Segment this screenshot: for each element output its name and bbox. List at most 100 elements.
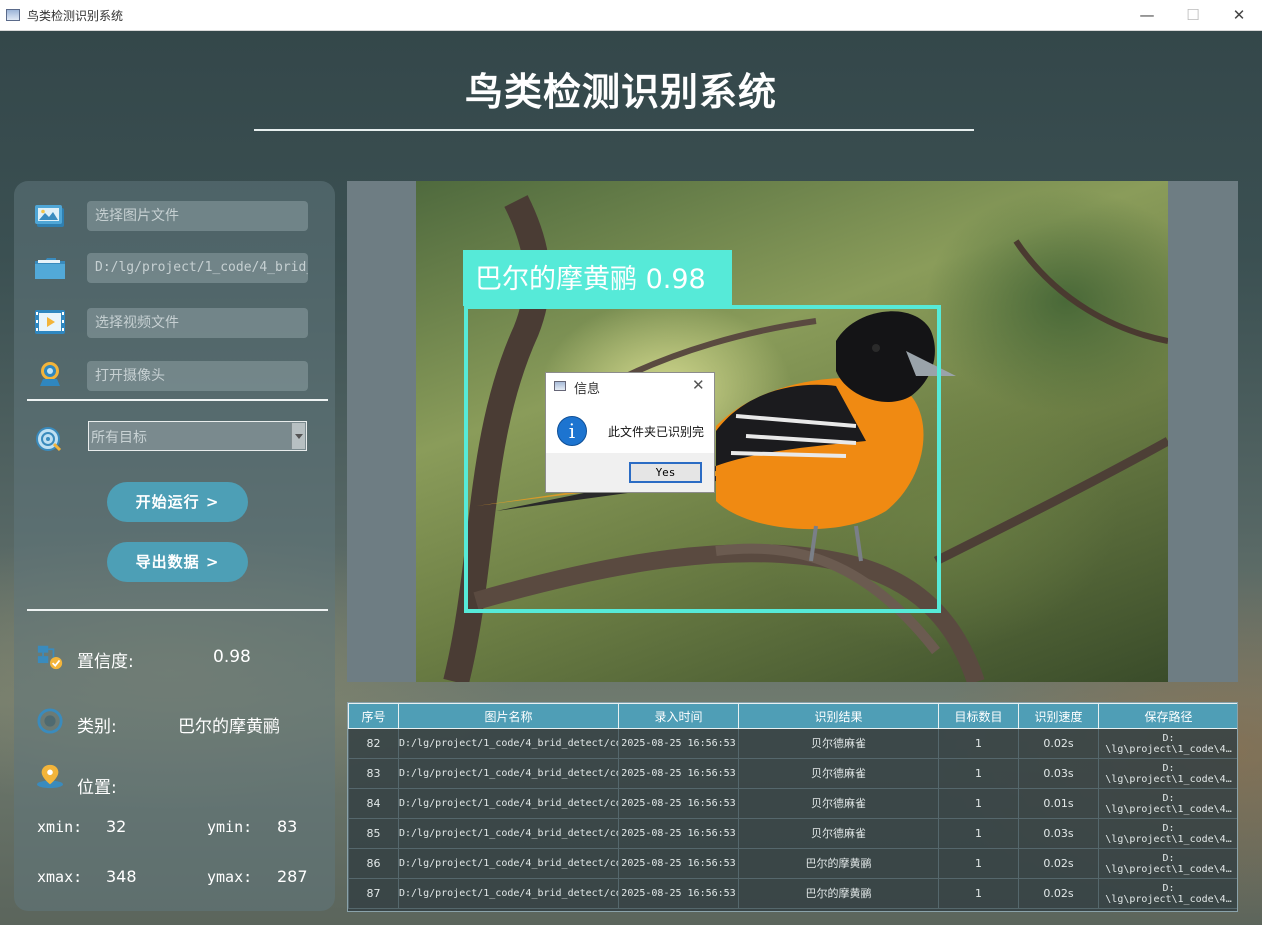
table-row[interactable]: 84 D:/lg/project/1_code/4_brid_detect/co… [348,788,1237,819]
cell-speed: 0.02s [1018,878,1099,909]
header-image-name[interactable]: 图片名称 [398,703,619,729]
cell-image-name: D:/lg/project/1_code/4_brid_detect/code/… [398,788,619,819]
header-index[interactable]: 序号 [348,703,399,729]
header-speed[interactable]: 识别速度 [1018,703,1099,729]
close-window-button[interactable]: ✕ [1216,0,1262,30]
cell-count: 1 [938,788,1019,819]
cell-image-name: D:/lg/project/1_code/4_brid_detect/code/… [398,848,619,879]
results-table: 序号 图片名称 录入时间 识别结果 目标数目 识别速度 保存路径 82 D:/l… [348,703,1237,909]
cell-image-name: D:/lg/project/1_code/4_brid_detect/code/… [398,818,619,849]
cell-count: 1 [938,818,1019,849]
header-result[interactable]: 识别结果 [738,703,939,729]
maximize-button[interactable]: ☐ [1170,0,1216,30]
cell-image-name-text: D:/lg/project/1_code/4_brid_detect/code/… [399,828,618,839]
cell-index: 85 [348,818,399,849]
cell-time: 2025-08-25 16:56:53 [618,818,739,849]
cell-time-text: 2025-08-25 16:56:53 [621,888,736,899]
video-file-input[interactable]: 选择视频文件 [87,308,308,338]
panel-divider-2 [27,609,328,611]
cell-time-text: 2025-08-25 16:56:53 [621,828,736,839]
cell-speed: 0.02s [1018,848,1099,879]
cell-image-name: D:/lg/project/1_code/4_brid_detect/code/… [398,758,619,789]
cell-speed: 0.01s [1018,788,1099,819]
category-icon [37,708,63,734]
xmin-value: 32 [106,817,127,836]
dialog-message: 此文件夹已识别完 [608,425,705,439]
folder-path-input[interactable]: D:/lg/project/1_code/4_brid_detect [87,253,308,283]
ymin-label: ymin: [207,818,253,836]
xmin-label: xmin: [37,818,83,836]
position-label: 位置: [77,778,117,798]
detection-label: 巴尔的摩黄鹂 0.98 [463,250,732,306]
panel-divider [27,399,328,401]
cell-time-text: 2025-08-25 16:56:53 [621,768,736,779]
cell-image-name-text: D:/lg/project/1_code/4_brid_detect/code/… [399,768,618,779]
window-titlebar: 鸟类检测识别系统 — ☐ ✕ [0,0,1262,31]
title-underline [254,129,974,131]
image-file-input[interactable]: 选择图片文件 [87,201,308,231]
table-row[interactable]: 86 D:/lg/project/1_code/4_brid_detect/co… [348,848,1237,879]
dialog-title: 信息 [574,382,601,397]
dialog-yes-button[interactable]: Yes [629,462,702,483]
cell-result: 贝尔德麻雀 [738,818,939,849]
header-save-path[interactable]: 保存路径 [1098,703,1237,729]
table-row[interactable]: 85 D:/lg/project/1_code/4_brid_detect/co… [348,818,1237,849]
window-title: 鸟类检测识别系统 [27,9,124,23]
cell-time-text: 2025-08-25 16:56:53 [621,738,736,749]
cell-count: 1 [938,758,1019,789]
control-panel: 选择图片文件 D:/lg/project/1_code/4_brid_detec… [14,181,335,911]
cell-image-name-text: D:/lg/project/1_code/4_brid_detect/code/… [399,858,618,869]
confidence-value: 0.98 [213,647,251,667]
location-pin-icon [37,764,63,789]
ymin-value: 83 [277,817,298,836]
cell-save-path: D: \lg\project\1_code\4… [1098,788,1237,819]
cell-time-text: 2025-08-25 16:56:53 [621,858,736,869]
cell-result: 贝尔德麻雀 [738,788,939,819]
cell-image-name: D:/lg/project/1_code/4_brid_detect/code/… [398,728,619,759]
header-entry-time[interactable]: 录入时间 [618,703,739,729]
cell-index: 84 [348,788,399,819]
cell-result: 贝尔德麻雀 [738,758,939,789]
export-button[interactable]: 导出数据 > [107,542,248,582]
chevron-down-icon[interactable] [291,423,305,449]
start-button[interactable]: 开始运行 > [107,482,248,522]
xmax-value: 348 [106,867,137,886]
ymax-label: ymax: [207,868,253,886]
camera-input[interactable]: 打开摄像头 [87,361,308,391]
results-table-container[interactable]: 序号 图片名称 录入时间 识别结果 目标数目 识别速度 保存路径 82 D:/l… [347,702,1238,912]
header-target-count[interactable]: 目标数目 [938,703,1019,729]
class-label: 类别: [77,717,117,737]
confidence-label: 置信度: [77,652,134,672]
cell-save-path: D: \lg\project\1_code\4… [1098,758,1237,789]
page-title: 鸟类检测识别系统 [464,70,777,114]
cell-result: 贝尔德麻雀 [738,728,939,759]
cell-save-path-text: D: \lg\project\1_code\4… [1105,822,1232,845]
ymax-value: 287 [277,867,308,886]
cell-save-path: D: \lg\project\1_code\4… [1098,728,1237,759]
dialog-app-icon [554,381,566,391]
cell-save-path-text: D: \lg\project\1_code\4… [1105,792,1232,815]
table-row[interactable]: 87 D:/lg/project/1_code/4_brid_detect/co… [348,878,1237,909]
cell-speed: 0.02s [1018,728,1099,759]
cell-time-text: 2025-08-25 16:56:53 [621,798,736,809]
image-file-icon[interactable] [34,203,66,229]
cell-time: 2025-08-25 16:56:53 [618,758,739,789]
camera-icon[interactable] [34,361,66,387]
image-display: 巴尔的摩黄鹂 0.98 [347,181,1238,682]
cell-time: 2025-08-25 16:56:53 [618,878,739,909]
table-row[interactable]: 83 D:/lg/project/1_code/4_brid_detect/co… [348,758,1237,789]
cell-index: 82 [348,728,399,759]
folder-icon[interactable] [34,255,66,281]
target-select-value: 所有目标 [91,430,147,446]
target-select[interactable]: 所有目标 [88,421,307,451]
video-file-icon[interactable] [34,309,66,335]
dialog-close-icon[interactable]: ✕ [692,376,705,394]
cell-result: 巴尔的摩黄鹂 [738,848,939,879]
minimize-button[interactable]: — [1124,0,1170,30]
table-header-row: 序号 图片名称 录入时间 识别结果 目标数目 识别速度 保存路径 [348,703,1237,729]
table-row[interactable]: 82 D:/lg/project/1_code/4_brid_detect/co… [348,728,1237,759]
info-icon: i [557,416,587,446]
cell-save-path-text: D: \lg\project\1_code\4… [1105,852,1232,875]
cell-save-path: D: \lg\project\1_code\4… [1098,878,1237,909]
cell-speed: 0.03s [1018,818,1099,849]
